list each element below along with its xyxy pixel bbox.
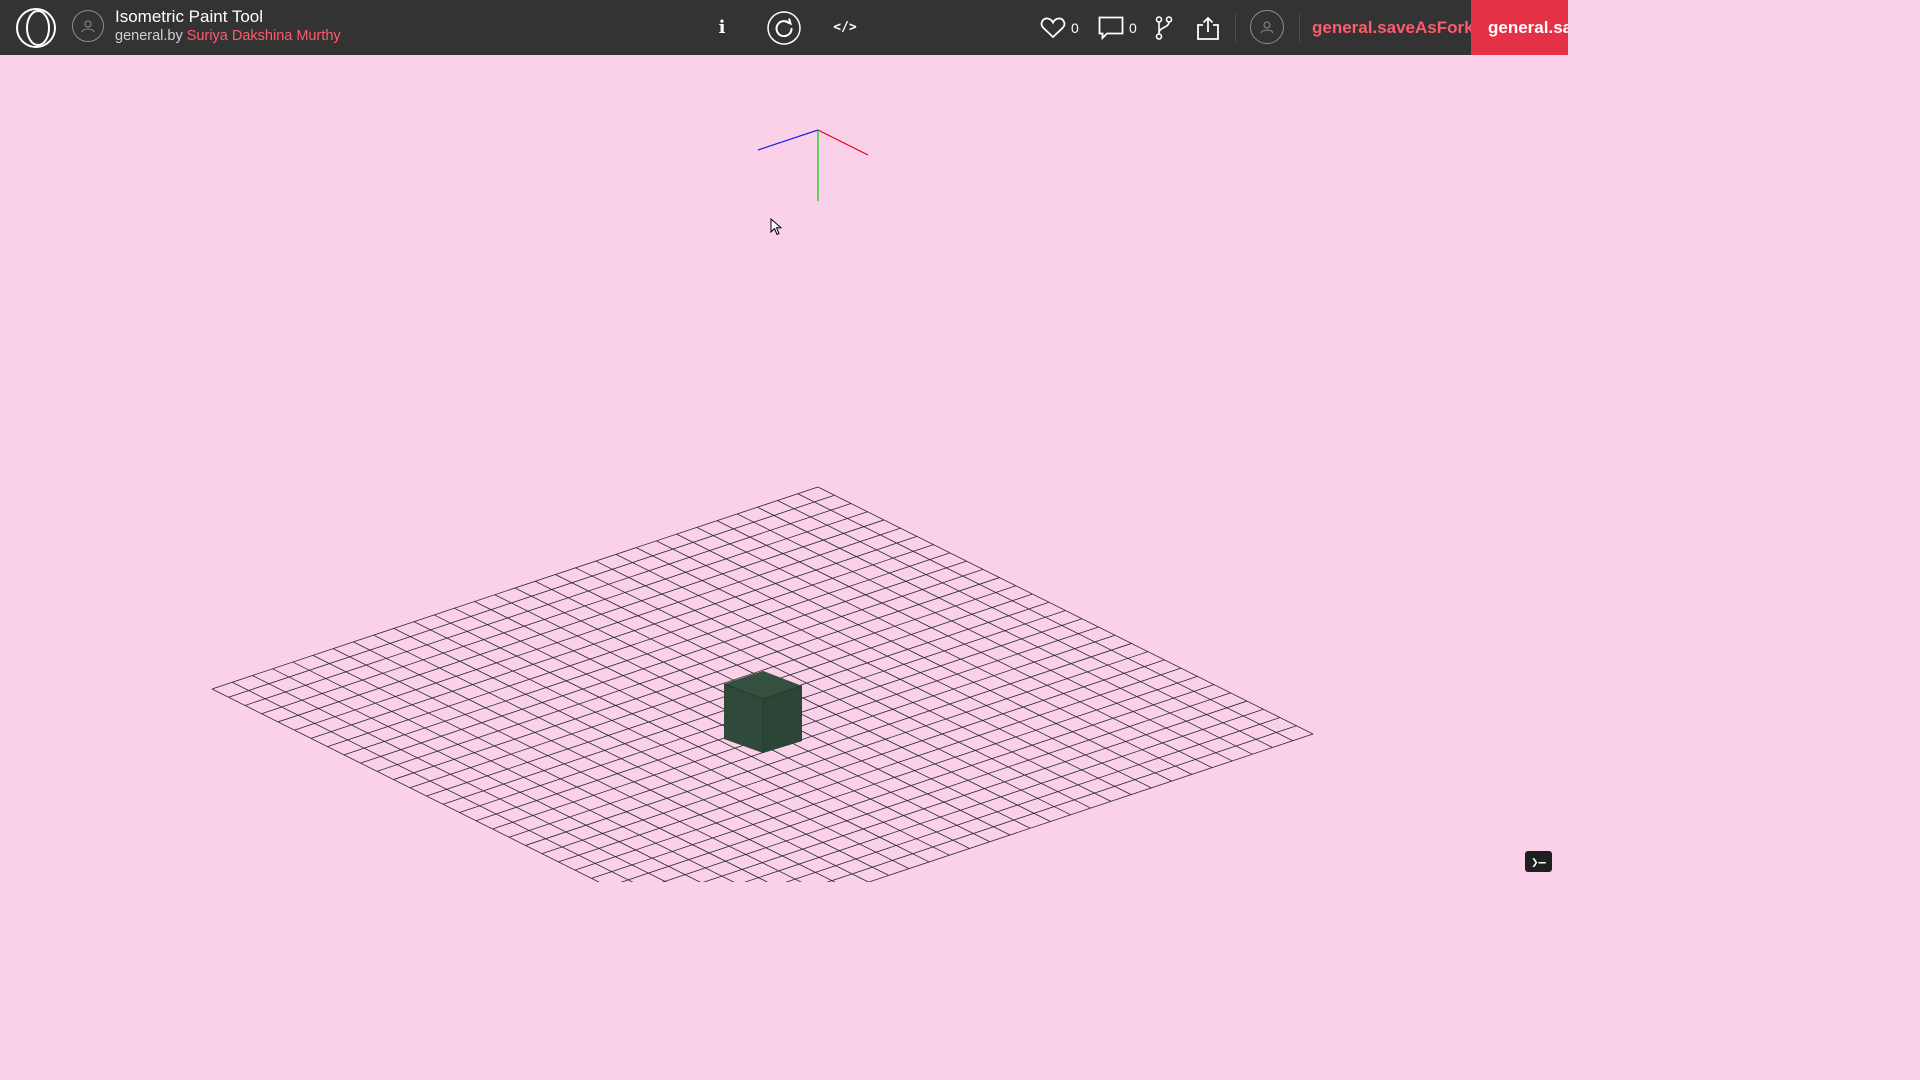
cube[interactable] — [723, 671, 803, 753]
render-canvas[interactable] — [0, 55, 1568, 882]
avatar-icon — [81, 20, 95, 33]
refresh-button[interactable] — [764, 0, 804, 55]
axes-helper — [757, 129, 869, 201]
logo-icon[interactable] — [16, 8, 56, 48]
grid-line — [574, 667, 1182, 871]
info-button[interactable]: i — [710, 0, 734, 55]
grid-line — [541, 651, 1149, 855]
z-axis-line — [757, 129, 819, 151]
console-toggle-button[interactable]: ❯— — [1525, 851, 1552, 872]
grid-line — [211, 688, 600, 882]
code-button[interactable]: </> — [830, 0, 860, 55]
fork-button[interactable] — [1153, 0, 1175, 55]
x-axis-line — [817, 129, 869, 156]
mouse-cursor-icon — [770, 218, 782, 236]
like-button[interactable]: 0 — [1040, 0, 1084, 55]
refresh-icon — [767, 10, 801, 45]
fork-icon — [1155, 15, 1173, 40]
comment-button[interactable]: 0 — [1098, 0, 1142, 55]
heart-icon — [1040, 17, 1066, 38]
grid-line — [434, 614, 930, 863]
top-bar: Isometric Paint Tool general.by Suriya D… — [0, 0, 1568, 55]
comment-icon — [1098, 16, 1124, 40]
comment-count: 0 — [1129, 19, 1137, 36]
byline: general.by Suriya Dakshina Murthy — [115, 28, 341, 44]
grid-line — [591, 675, 1198, 879]
divider — [1299, 14, 1300, 42]
grid-line — [558, 659, 1165, 863]
grid-line — [826, 725, 1297, 882]
grid-line — [508, 634, 1116, 838]
grid-line — [525, 643, 1132, 846]
divider — [1235, 14, 1236, 42]
user-icon — [1260, 21, 1274, 34]
share-button[interactable] — [1196, 0, 1220, 55]
grid-line — [413, 621, 910, 870]
byline-prefix: general.by — [115, 28, 183, 44]
title-block: Isometric Paint Tool general.by Suriya D… — [115, 8, 341, 44]
author-avatar[interactable] — [72, 10, 104, 42]
like-count: 0 — [1071, 19, 1079, 36]
grid-line — [474, 601, 970, 849]
grid-line — [393, 628, 889, 876]
grid-line — [454, 607, 950, 856]
share-icon — [1197, 16, 1219, 40]
author-link[interactable]: Suriya Dakshina Murthy — [187, 28, 341, 44]
user-menu-button[interactable] — [1250, 10, 1284, 44]
save-as-fork-button[interactable]: general.saveAsFork — [1312, 0, 1474, 55]
save-button[interactable]: general.save — [1471, 0, 1568, 55]
page-title: Isometric Paint Tool — [115, 7, 264, 26]
grid-line — [373, 634, 869, 882]
